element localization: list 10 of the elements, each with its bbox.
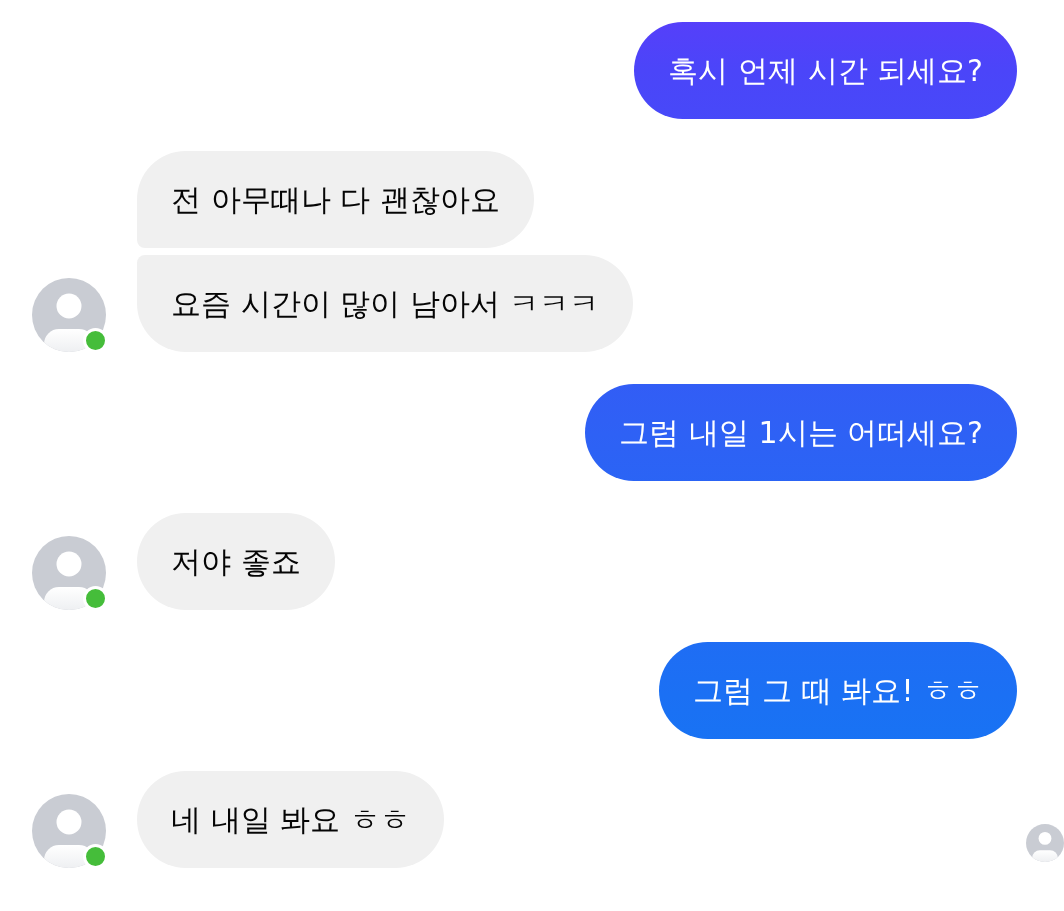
message-bubble: 네 내일 봐요 ㅎㅎ bbox=[137, 771, 444, 868]
message-bubble: 전 아무때나 다 괜찮아요 bbox=[137, 151, 534, 248]
message-bubble: 그럼 그 때 봐요! ㅎㅎ bbox=[658, 642, 1017, 739]
message-bubble: 혹시 언제 시간 되세요? bbox=[634, 22, 1017, 119]
avatar-silhouette-icon bbox=[32, 536, 106, 610]
message-bubble: 요즘 시간이 많이 남아서 ㅋㅋㅋ bbox=[137, 255, 634, 352]
message-bubble: 그럼 내일 1시는 어떠세요? bbox=[585, 384, 1017, 481]
avatar-silhouette-icon bbox=[32, 794, 106, 868]
message-bubble: 저야 좋죠 bbox=[137, 513, 335, 610]
avatar-silhouette-icon bbox=[32, 278, 106, 352]
